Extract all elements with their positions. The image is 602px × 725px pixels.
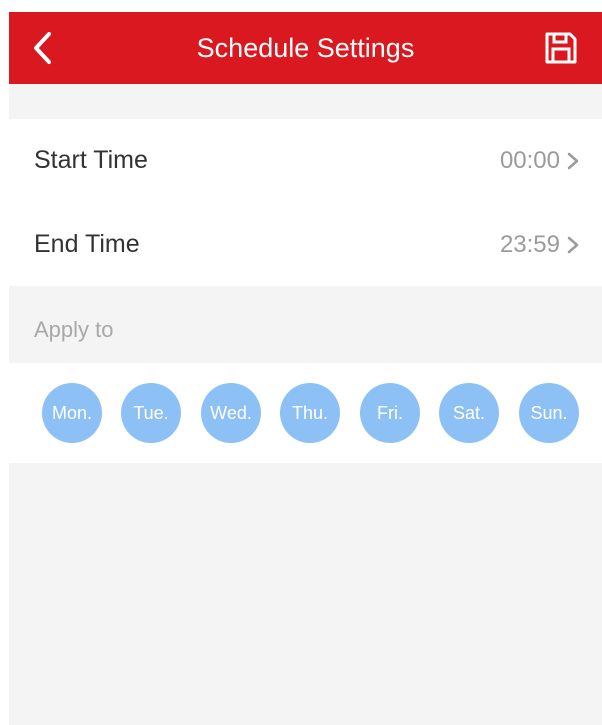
day-button-fri[interactable]: Fri. — [360, 383, 420, 443]
day-button-sat[interactable]: Sat. — [439, 383, 499, 443]
day-button-sun[interactable]: Sun. — [519, 383, 579, 443]
start-time-value: 00:00 — [499, 147, 560, 174]
start-time-label: Start Time — [34, 146, 148, 174]
chevron-right-icon — [567, 236, 579, 254]
day-button-thu[interactable]: Thu. — [280, 383, 340, 443]
days-selector: Mon. Tue. Wed. Thu. Fri. Sat. Sun. — [9, 363, 602, 463]
end-time-value: 23:59 — [499, 231, 560, 258]
end-time-label: End Time — [34, 230, 140, 258]
header-bar: Schedule Settings — [9, 12, 602, 84]
end-time-row[interactable]: End Time 23:59 — [9, 203, 602, 286]
start-time-row[interactable]: Start Time 00:00 — [9, 119, 602, 202]
day-button-wed[interactable]: Wed. — [201, 383, 261, 443]
day-button-tue[interactable]: Tue. — [121, 383, 181, 443]
save-button[interactable] — [543, 30, 579, 66]
apply-to-label: Apply to — [34, 317, 114, 342]
page-title: Schedule Settings — [196, 33, 415, 63]
time-settings-card: Start Time 00:00 End Time 23:59 — [9, 119, 602, 286]
day-button-mon[interactable]: Mon. — [42, 383, 102, 443]
chevron-right-icon — [567, 152, 579, 170]
floppy-disk-icon — [545, 32, 577, 64]
schedule-settings-screen: Schedule Settings Start Time 00:00 End T… — [9, 12, 602, 725]
